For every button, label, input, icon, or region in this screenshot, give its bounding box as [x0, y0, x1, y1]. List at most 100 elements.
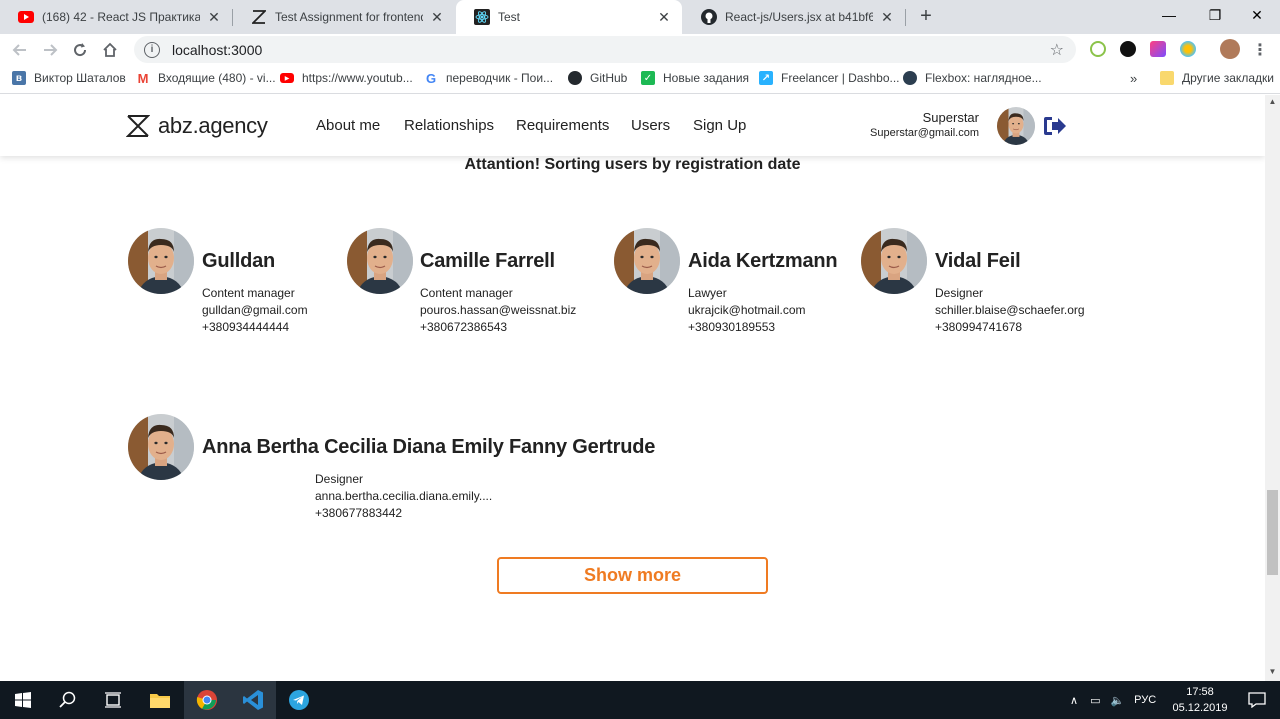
nav-relationships[interactable]: Relationships: [404, 117, 494, 134]
bookmark-label: Flexbox: наглядное...: [925, 71, 1042, 85]
abz-logo-icon: [126, 115, 150, 137]
other-bookmarks[interactable]: Другие закладки: [1160, 71, 1274, 85]
back-button[interactable]: [8, 38, 32, 62]
telegram-taskbar-button[interactable]: [276, 681, 322, 719]
user-position: Content manager: [420, 286, 513, 300]
arrow-right-icon: [44, 44, 58, 56]
folder-icon: [1160, 71, 1174, 85]
forward-button[interactable]: [38, 38, 62, 62]
close-tab-icon[interactable]: ✕: [429, 9, 445, 26]
browser-toolbar: i localhost:3000 ☆ ⋮: [0, 34, 1280, 64]
close-tab-icon[interactable]: ✕: [656, 9, 672, 26]
logout-icon[interactable]: [1043, 116, 1067, 136]
bookmark-label: Freelancer | Dashbo...: [781, 71, 900, 85]
user-email: anna.bertha.cecilia.diana.emily....: [315, 489, 493, 503]
volume-icon[interactable]: 🔈: [1110, 694, 1124, 707]
user-details: Lawyer ukrajcik@hotmail.com +38093018955…: [688, 285, 806, 336]
restore-button[interactable]: ❐: [1192, 0, 1238, 30]
logo-text: abz.agency: [158, 113, 268, 138]
bookmark-label: Виктор Шаталов: [34, 71, 126, 85]
extension-icon[interactable]: [1180, 41, 1196, 57]
bookmark-label: GitHub: [590, 71, 628, 85]
browser-tabstrip: (168) 42 - React JS Практика - Re ✕ Test…: [0, 0, 1280, 34]
abz-logo-icon: [251, 9, 267, 25]
reload-icon: [74, 43, 87, 57]
clock[interactable]: 17:58 05.12.2019: [1168, 684, 1232, 716]
scroll-up-icon[interactable]: ▲: [1265, 97, 1280, 109]
extension-icon[interactable]: [1090, 41, 1106, 57]
bookmark-item[interactable]: GitHub: [568, 71, 627, 85]
browser-tab-test[interactable]: Test ✕: [456, 0, 682, 34]
close-tab-icon[interactable]: ✕: [879, 9, 895, 26]
bookmark-label: Входящие (480) - vi...: [158, 71, 276, 85]
bookmark-item[interactable]: G переводчик - Пои...: [424, 70, 553, 86]
nav-sign-up[interactable]: Sign Up: [693, 117, 746, 134]
show-more-button[interactable]: Show more: [497, 557, 768, 594]
close-window-button[interactable]: ✕: [1234, 0, 1280, 30]
notifications-button[interactable]: [1234, 681, 1280, 719]
github-icon: [701, 9, 717, 25]
user-position: Designer: [315, 472, 364, 486]
user-name: Vidal Feil: [935, 250, 1021, 272]
browser-tab-youtube[interactable]: (168) 42 - React JS Практика - Re ✕: [0, 0, 232, 34]
scrollbar-thumb[interactable]: [1267, 490, 1278, 575]
vscode-taskbar-button[interactable]: [230, 681, 276, 719]
menu-dots-icon[interactable]: ⋮: [1248, 38, 1272, 62]
new-tab-button[interactable]: +: [915, 5, 937, 27]
site-logo[interactable]: abz.agency: [126, 113, 268, 139]
bookmark-item[interactable]: Flexbox: наглядное...: [903, 71, 1042, 85]
nav-users[interactable]: Users: [631, 117, 670, 134]
extension-icon[interactable]: [1150, 41, 1166, 57]
clock-date: 05.12.2019: [1172, 702, 1228, 714]
user-card: Gulldan Content manager gulldan@gmail.co…: [128, 228, 328, 338]
file-explorer-button[interactable]: [137, 681, 183, 719]
freelancer-icon: ↗: [759, 71, 773, 85]
minimize-button[interactable]: —: [1146, 0, 1192, 30]
user-details: Designer anna.bertha.cecilia.diana.emily…: [315, 471, 492, 522]
google-icon: G: [424, 70, 438, 86]
more-bookmarks-button[interactable]: »: [1130, 71, 1137, 86]
user-card: Anna Bertha Cecilia Diana Emily Fanny Ge…: [128, 414, 655, 524]
search-button[interactable]: [45, 681, 91, 719]
extension-icon[interactable]: [1120, 41, 1136, 57]
bookmark-item[interactable]: в Виктор Шаталов: [12, 71, 126, 85]
battery-icon[interactable]: ▭: [1090, 694, 1100, 707]
telegram-icon: [289, 690, 309, 710]
browser-tab-abz[interactable]: Test Assignment for frontend dev ✕: [233, 0, 455, 34]
folder-icon: [150, 694, 170, 708]
browser-tab-github[interactable]: React-js/Users.jsx at b41bf6c496 ✕: [683, 0, 905, 34]
chrome-taskbar-button[interactable]: [184, 681, 230, 719]
chevron-up-icon[interactable]: ∧: [1070, 694, 1078, 707]
bookmark-item[interactable]: ▶ https://www.youtub...: [280, 71, 413, 85]
bookmark-star-icon[interactable]: ☆: [1050, 40, 1064, 60]
tab-title: (168) 42 - React JS Практика - Re: [42, 10, 200, 24]
profile-avatar[interactable]: [1220, 39, 1240, 59]
nav-requirements[interactable]: Requirements: [516, 117, 609, 134]
language-indicator[interactable]: РУС: [1134, 694, 1156, 706]
bookmark-item[interactable]: ✓ Новые задания: [641, 71, 749, 85]
url-text[interactable]: localhost:3000: [172, 42, 262, 58]
task-view-button[interactable]: [90, 681, 136, 719]
bookmark-item[interactable]: ↗ Freelancer | Dashbo...: [759, 71, 900, 85]
user-position: Content manager: [202, 286, 295, 300]
bookmarks-bar: в Виктор Шаталов M Входящие (480) - vi..…: [0, 64, 1280, 94]
bookmark-item[interactable]: M Входящие (480) - vi...: [136, 71, 276, 86]
youtube-icon: ▶: [280, 73, 294, 83]
sorting-notice: Attantion! Sorting users by registration…: [464, 156, 801, 173]
nav-about-me[interactable]: About me: [316, 117, 380, 134]
user-name: Anna Bertha Cecilia Diana Emily Fanny Ge…: [202, 436, 656, 458]
reload-button[interactable]: [68, 38, 92, 62]
user-phone: +380930189553: [688, 320, 776, 334]
start-button[interactable]: [0, 681, 46, 719]
user-email: schiller.blaise@schaefer.org: [935, 303, 1085, 317]
system-tray: ∧ ▭ 🔈 РУС: [1070, 681, 1156, 719]
page-scrollbar[interactable]: ▲ ▼: [1265, 95, 1280, 681]
scroll-down-icon[interactable]: ▼: [1265, 667, 1280, 679]
address-bar[interactable]: i localhost:3000 ☆: [134, 36, 1076, 63]
vscode-icon: [243, 690, 263, 710]
home-button[interactable]: [98, 38, 122, 62]
info-icon[interactable]: i: [144, 41, 160, 58]
user-details: Content manager pouros.hassan@weissnat.b…: [420, 285, 576, 336]
avatar: [347, 228, 413, 294]
close-tab-icon[interactable]: ✕: [206, 9, 222, 26]
